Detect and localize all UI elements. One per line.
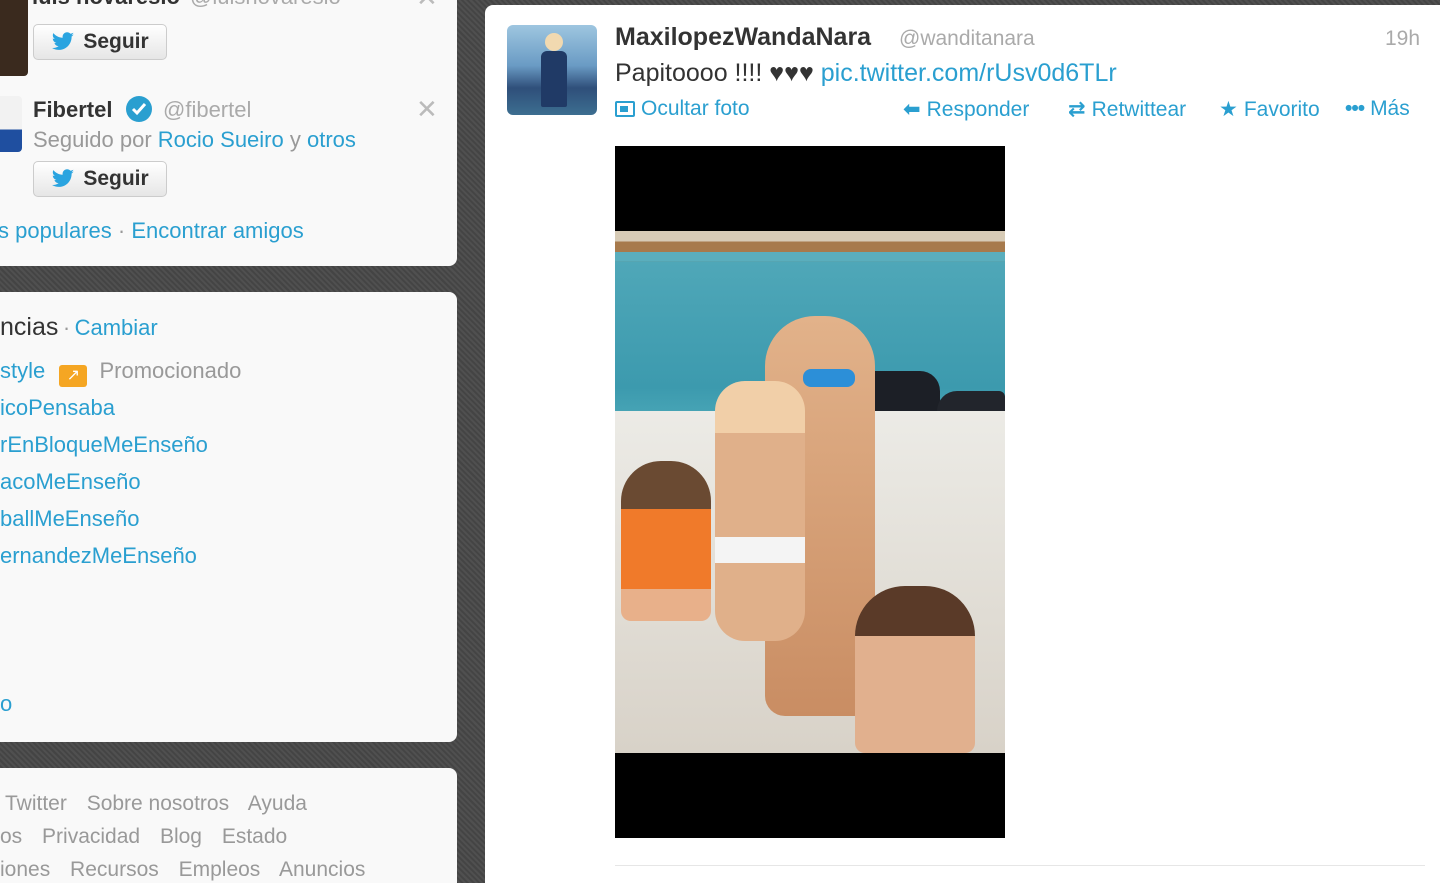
follow-button-label: Seguir: [83, 30, 149, 53]
follow-button[interactable]: Seguir: [33, 24, 167, 60]
avatar[interactable]: [0, 0, 28, 76]
avatar[interactable]: [0, 96, 22, 152]
dismiss-icon[interactable]: ✕: [416, 94, 438, 125]
trends-list: style ↗ Promocionado icoPensaba rEnBloqu…: [0, 292, 440, 742]
footer-link[interactable]: Anuncios: [279, 858, 365, 881]
trends-panel: ncias · Cambiar style ↗ Promocionado ico…: [0, 292, 457, 742]
reply-icon: ⬅: [903, 98, 921, 121]
trend-item[interactable]: acoMeEnseño: [0, 469, 141, 495]
trend-label: style: [0, 358, 46, 383]
find-friends-link[interactable]: Encontrar amigos: [131, 218, 303, 243]
footer-link[interactable]: Twitter: [5, 792, 67, 815]
tweet-photo[interactable]: [615, 146, 1005, 838]
trend-item[interactable]: style ↗ Promocionado: [0, 358, 241, 387]
footer-panel: Twitter Sobre nosotros Ayuda os Privacid…: [0, 768, 457, 883]
trend-item[interactable]: o: [0, 691, 12, 717]
follow-links: s populares · Encontrar amigos: [0, 218, 304, 244]
retweet-label: Retwittear: [1091, 97, 1187, 121]
promoted-icon: ↗: [59, 365, 88, 387]
reply-label: Responder: [926, 97, 1030, 121]
photo-child: [855, 586, 975, 753]
footer-link[interactable]: Blog: [160, 825, 202, 848]
suggestion-name[interactable]: luis novaresio: [32, 0, 180, 10]
follow-button-label: Seguir: [83, 167, 149, 190]
photo-child: [621, 461, 711, 621]
tweet-panel: MaxilopezWandaNara @wanditanara 19h Papi…: [485, 5, 1440, 883]
more-label: Más: [1370, 97, 1410, 120]
footer-link[interactable]: Ayuda: [248, 792, 307, 815]
hide-photo-action[interactable]: Ocultar foto: [615, 97, 750, 121]
star-icon: ★: [1219, 98, 1238, 121]
footer-link[interactable]: Empleos: [179, 858, 261, 881]
divider: [615, 865, 1425, 866]
tweet-media-link[interactable]: pic.twitter.com/rUsv0d6TLr: [821, 59, 1117, 87]
suggestion-name[interactable]: Fibertel: [33, 97, 112, 123]
reply-action[interactable]: ⬅ Responder: [903, 97, 1029, 122]
trend-item[interactable]: ernandezMeEnseño: [0, 543, 197, 569]
photo-icon: [615, 101, 635, 117]
footer-row: os Privacidad Blog Estado: [0, 825, 301, 849]
followed-by-others-link[interactable]: otros: [307, 127, 356, 152]
more-action[interactable]: ••• Más: [1345, 97, 1410, 121]
trend-item[interactable]: ballMeEnseño: [0, 506, 139, 532]
avatar-figure-body: [541, 51, 567, 107]
twitter-bird-icon: [52, 169, 75, 187]
follow-button[interactable]: Seguir: [33, 161, 167, 197]
twitter-bird-icon: [52, 32, 75, 50]
footer-link[interactable]: Sobre nosotros: [87, 792, 229, 815]
hide-photo-label: Ocultar foto: [641, 97, 750, 120]
tweet-author-name[interactable]: MaxilopezWandaNara: [615, 23, 871, 52]
photo-coast: [615, 231, 1005, 261]
trend-item[interactable]: rEnBloqueMeEnseño: [0, 432, 208, 458]
trend-item[interactable]: icoPensaba: [0, 395, 115, 421]
favorite-action[interactable]: ★ Favorito: [1219, 97, 1320, 122]
link-separator: ·: [117, 218, 126, 243]
who-to-follow-panel: luis novaresio @luisnovaresio ✕ Seguir F…: [0, 0, 457, 266]
suggestion-handle: @fibertel: [163, 97, 252, 122]
promoted-label: Promocionado: [99, 358, 242, 383]
retweet-action[interactable]: ⇄ Retwittear: [1068, 97, 1186, 122]
tweet-timestamp[interactable]: 19h: [1385, 27, 1420, 51]
more-icon: •••: [1345, 97, 1365, 120]
footer-link[interactable]: iones: [0, 858, 50, 881]
footer-row: Twitter Sobre nosotros Ayuda: [5, 792, 321, 816]
footer-row: iones Recursos Empleos Anuncios: [0, 858, 379, 882]
retweet-icon: ⇄: [1068, 98, 1086, 121]
footer-link[interactable]: Estado: [222, 825, 287, 848]
photo-sunglasses: [803, 369, 855, 387]
suggestion-handle: @luisnovaresio: [190, 0, 341, 10]
dismiss-icon[interactable]: ✕: [416, 0, 438, 13]
avatar-figure: [545, 33, 563, 51]
followed-by-user-link[interactable]: Rocio Sueiro: [158, 127, 284, 152]
tweet-text: Papitoooo !!!! ♥♥♥ pic.twitter.com/rUsv0…: [615, 59, 1117, 88]
footer-links: Twitter Sobre nosotros Ayuda os Privacid…: [0, 768, 450, 883]
photo-image: [615, 231, 1005, 753]
tweet-author-handle[interactable]: @wanditanara: [899, 27, 1035, 51]
favorite-label: Favorito: [1243, 97, 1320, 121]
footer-link[interactable]: Privacidad: [42, 825, 140, 848]
footer-link[interactable]: Recursos: [70, 858, 159, 881]
followed-by-conjunction: y: [289, 127, 301, 152]
followed-by-prefix: Seguido por: [33, 127, 152, 152]
followed-by: Seguido por Rocio Sueiro y otros: [33, 127, 356, 153]
footer-link[interactable]: os: [0, 825, 22, 848]
tweet-body: Papitoooo !!!! ♥♥♥: [615, 59, 814, 87]
tweet-avatar[interactable]: [507, 25, 597, 115]
verified-badge-icon: [126, 96, 152, 122]
popular-accounts-link[interactable]: s populares: [0, 218, 112, 243]
photo-child: [715, 381, 805, 641]
